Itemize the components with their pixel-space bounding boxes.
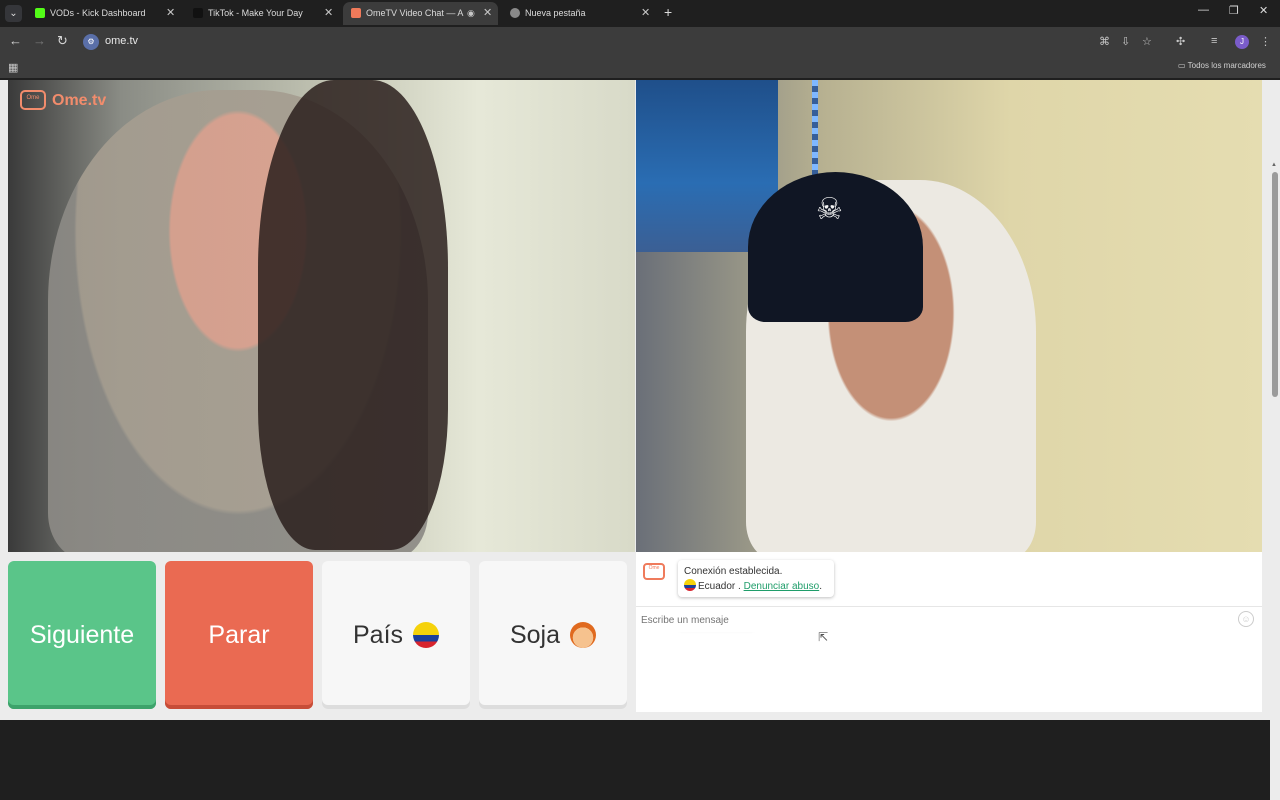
chat-message-input[interactable]	[641, 611, 1221, 629]
tab-title: TikTok - Make Your Day	[208, 8, 303, 18]
address-bar[interactable]: ⚙ ome.tv	[80, 30, 1090, 54]
emoji-icon[interactable]: ☺	[1238, 611, 1254, 627]
scroll-up-icon[interactable]: ▲	[1271, 162, 1277, 168]
gender-filter-button[interactable]: Soja	[479, 561, 627, 709]
folder-icon: ▭	[1178, 61, 1186, 70]
restore-icon[interactable]: ❐	[1229, 4, 1239, 17]
tiktok-favicon-icon	[193, 8, 203, 18]
bunny-skull-icon: ☠	[816, 193, 843, 226]
install-app-icon[interactable]: ⇩	[1121, 35, 1130, 48]
extensions-icon[interactable]: ✣	[1176, 35, 1185, 48]
connection-status: Conexión establecida.	[684, 566, 783, 577]
tab-tiktok[interactable]: TikTok - Make Your Day ✕	[185, 2, 340, 25]
country-label: País	[352, 620, 404, 649]
next-button[interactable]: Siguiente	[8, 561, 156, 709]
new-tab-plus-icon[interactable]: +	[664, 4, 672, 20]
brand-name: Ome.tv	[52, 92, 107, 109]
colombia-flag-icon	[413, 622, 440, 648]
ometv-chat-logo-icon: Ome	[643, 563, 665, 580]
partner-country: Ecuador	[698, 581, 736, 592]
profile-avatar[interactable]: J	[1235, 35, 1249, 49]
tab-ometv[interactable]: OmeTV Video Chat — Alte ◉ ✕	[343, 2, 498, 25]
chat-panel: Ome Conexión establecida. Ecuador . Denu…	[636, 552, 1262, 712]
reload-icon[interactable]: ↻	[57, 33, 68, 49]
stop-label: Parar	[208, 620, 270, 649]
ometv-favicon-icon	[351, 8, 361, 18]
partner-hair	[258, 80, 448, 550]
close-tab-icon[interactable]: ✕	[324, 2, 333, 25]
tv-logo-icon: Ome	[20, 90, 46, 110]
next-label: Siguiente	[29, 620, 135, 649]
apps-grid-icon[interactable]: ▦	[8, 61, 18, 74]
stop-button[interactable]: Parar	[165, 561, 313, 709]
boy-face-icon	[570, 622, 597, 648]
report-abuse-link[interactable]: Denunciar abuso	[744, 581, 820, 592]
close-tab-icon[interactable]: ✕	[166, 2, 175, 25]
all-bookmarks-folder[interactable]: ▭ Todos los marcadores	[1178, 61, 1266, 70]
close-tab-icon[interactable]: ✕	[483, 2, 492, 25]
tab-strip: ⌄ VODs - Kick Dashboard ✕ TikTok - Make …	[0, 0, 1280, 27]
gender-label: Soja	[509, 620, 561, 649]
mouse-cursor-icon: ⇱	[818, 630, 829, 644]
more-menu-icon[interactable]: ⋮	[1260, 35, 1271, 48]
close-tab-icon[interactable]: ✕	[641, 2, 650, 25]
tab-new[interactable]: Nueva pestaña ✕	[502, 2, 657, 25]
translate-icon[interactable]: ⌘	[1099, 35, 1110, 48]
minimize-icon[interactable]: —	[1198, 4, 1209, 16]
chat-input-bar: ☺	[636, 606, 1262, 632]
recording-icon: ◉	[467, 8, 475, 18]
back-arrow-icon[interactable]: ←	[9, 33, 22, 48]
url-text[interactable]: ome.tv	[105, 35, 138, 47]
tab-title: VODs - Kick Dashboard	[50, 8, 146, 18]
media-control-icon[interactable]: ≡	[1211, 35, 1217, 47]
chrome-favicon-icon	[510, 8, 520, 18]
system-message: Conexión establecida. Ecuador . Denuncia…	[678, 560, 834, 597]
tab-search-button[interactable]: ⌄	[5, 5, 22, 22]
tab-title: OmeTV Video Chat — Alte	[366, 8, 464, 18]
site-info-icon[interactable]: ⚙	[83, 34, 99, 50]
folder-label: Todos los marcadores	[1187, 61, 1266, 70]
kick-favicon-icon	[35, 8, 45, 18]
browser-toolbar: ← → ↻ ⚙ ome.tv ⌘ ⇩ ☆ ✣ ≡ ⋮	[0, 27, 1280, 57]
bookmark-star-icon[interactable]: ☆	[1142, 35, 1152, 48]
tab-kick[interactable]: VODs - Kick Dashboard ✕	[27, 2, 182, 25]
partner-video: Ome Ome.tv	[8, 80, 635, 552]
page-scrollbar[interactable]: ▲	[1270, 160, 1280, 800]
ecuador-flag-icon	[684, 579, 696, 591]
self-video: ☠	[636, 80, 1262, 552]
forward-arrow-icon[interactable]: →	[33, 33, 46, 48]
scroll-thumb[interactable]	[1272, 172, 1278, 397]
country-filter-button[interactable]: País	[322, 561, 470, 709]
bookmarks-bar: ▦ ▭ Todos los marcadores	[0, 57, 1280, 78]
tab-title: Nueva pestaña	[525, 8, 586, 18]
close-window-icon[interactable]: ✕	[1259, 4, 1268, 17]
